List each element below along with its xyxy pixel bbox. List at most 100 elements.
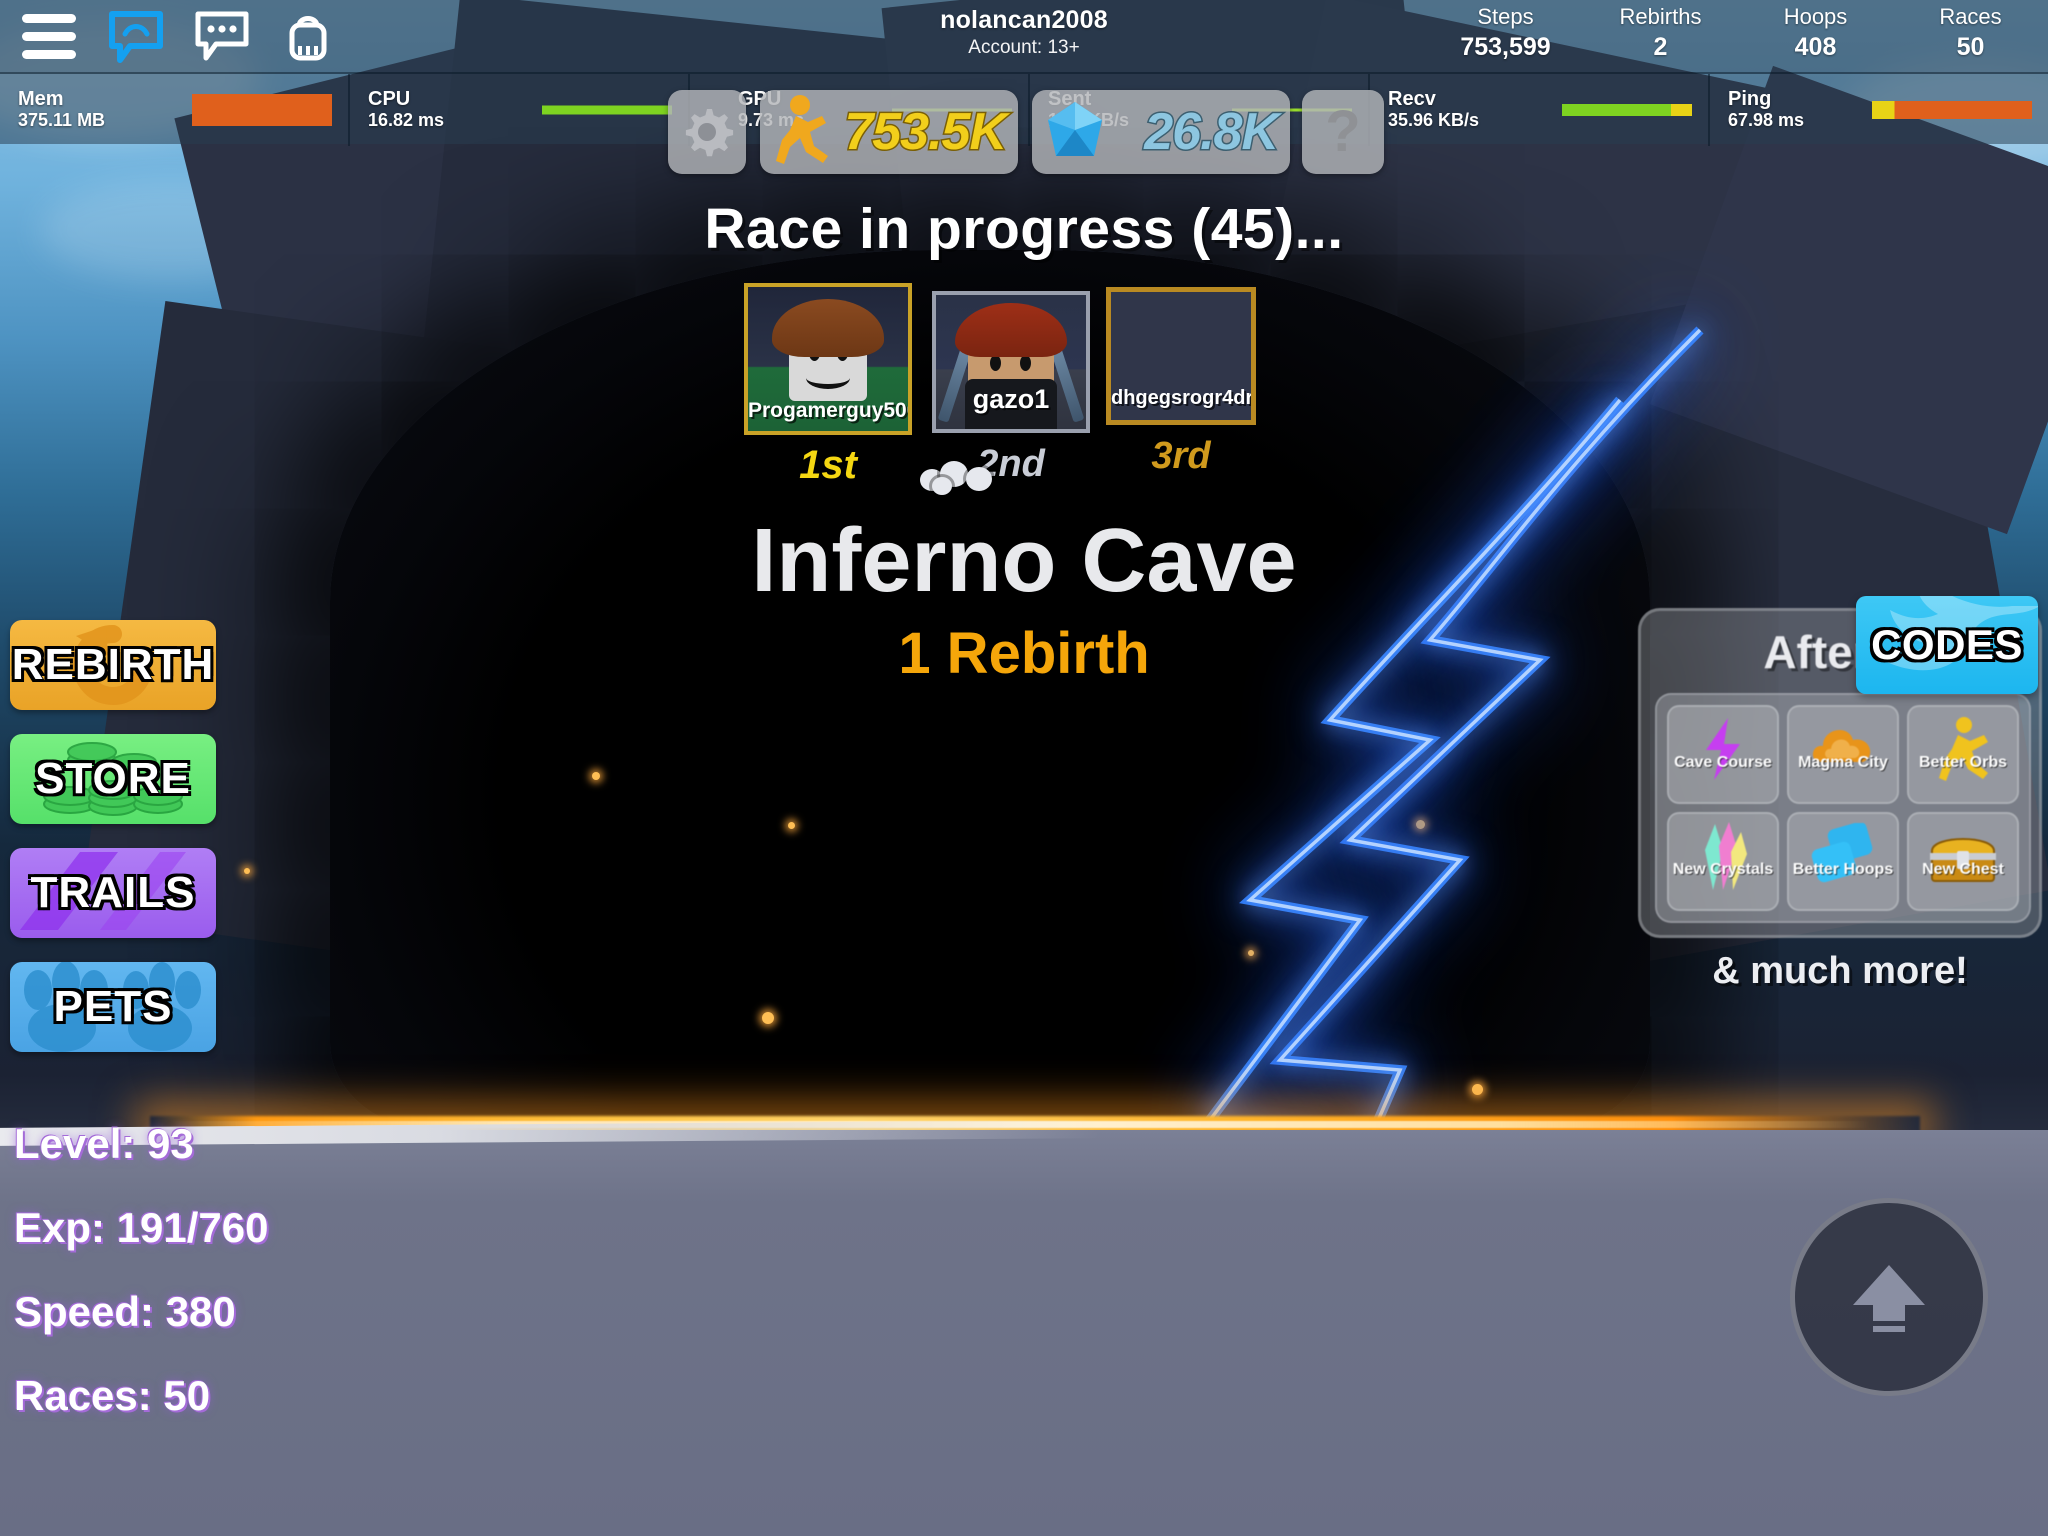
stat-value: 408 [1794, 33, 1837, 61]
pets-button[interactable]: PETS [10, 962, 216, 1052]
running-man-icon [1939, 716, 1988, 781]
menu-line [22, 13, 76, 23]
stat-value: 2 [1653, 33, 1668, 61]
promo-item-label: New Chest [1922, 860, 2004, 878]
stat-races: Races: 50 [14, 1372, 211, 1419]
chat-dots-icon[interactable] [194, 8, 250, 64]
promo-item-magma-city[interactable]: Magma City [1787, 705, 1899, 804]
stat-label: Hoops [1783, 4, 1848, 29]
menu-icon[interactable] [22, 8, 78, 64]
question-mark-icon: ? [1325, 99, 1361, 164]
trails-button-label: TRAILS [30, 868, 196, 917]
menu-line [22, 31, 76, 41]
dust-particle [932, 477, 952, 495]
promo-item-better-hoops[interactable]: Better Hoops [1787, 812, 1899, 911]
perf-label: Ping [1728, 88, 1772, 110]
stat-hoops: Hoops 408 [1738, 4, 1893, 62]
promo-item-better-orbs[interactable]: Better Orbs [1907, 705, 2019, 804]
steps-chip-value: 753.5K [843, 102, 1009, 163]
trails-button[interactable]: TRAILS [10, 848, 216, 938]
avatar-hair [772, 299, 884, 357]
crystal-icon [1705, 821, 1747, 890]
stat-rebirths: Rebirths 2 [1583, 4, 1738, 62]
podium-player-name: Progamerguy500 [748, 399, 912, 422]
gear-icon [685, 109, 734, 157]
stat-level: Level: 93 [14, 1120, 194, 1167]
codes-button[interactable]: CODES [1856, 596, 2038, 694]
podium-player-name: dhgegsrogr4dr [1111, 387, 1254, 409]
stat-speed: Speed: 380 [14, 1288, 236, 1335]
stat-value: 50 [1956, 33, 1985, 61]
topbar-stats: Steps 753,599 Rebirths 2 Hoops 408 Races… [1428, 4, 2048, 62]
account-age-label: Account: 13+ [968, 37, 1080, 58]
podium-slot-third: dhgegsrogr4dr 3rd [1106, 287, 1256, 477]
dust-particle [966, 467, 992, 491]
gems-chip-value: 26.8K [1143, 102, 1281, 163]
running-man-icon [776, 95, 828, 164]
jump-button[interactable] [1790, 1198, 1988, 1396]
up-arrow-icon [1853, 1265, 1925, 1332]
stat-value: 753,599 [1460, 33, 1551, 61]
podium-slot-first: Progamerguy500 1st [744, 283, 912, 487]
avatar-frame-first: Progamerguy500 [744, 283, 912, 435]
location-requirement: 1 Rebirth [898, 621, 1150, 686]
perf-label: Recv [1388, 88, 1436, 110]
perf-recv: Recv 35.96 KB/s [1370, 74, 1710, 146]
codes-button-label: CODES [1871, 621, 2023, 668]
ground-plane [0, 1130, 2048, 1536]
avatar-frame-third: dhgegsrogr4dr [1106, 287, 1256, 425]
promo-item-new-chest[interactable]: New Chest [1907, 812, 2019, 911]
performance-stats-bar: Mem 375.11 MB CPU 16.82 ms GPU 9.73 ms S… [0, 72, 2048, 146]
player-stats-panel: Level: 93 Exp: 191/760 Speed: 380 Races:… [14, 1120, 269, 1456]
store-button[interactable]: STORE [10, 734, 216, 824]
promo-footer-text: & much more! [1712, 950, 1968, 992]
menu-line [22, 49, 76, 59]
perf-graph-recv [1562, 104, 1692, 116]
perf-value: 35.96 KB/s [1388, 110, 1480, 130]
location-title: Inferno Cave [751, 511, 1297, 611]
perf-graph-mem [192, 94, 332, 126]
game-screen: nolancan2008 Account: 13+ Steps 753,599 … [0, 0, 2048, 1536]
stat-label: Steps [1477, 4, 1534, 29]
race-podium: Progamerguy500 1st gazo1 2nd dhgegsrogr4… [744, 283, 1304, 495]
rebirth-button[interactable]: REBIRTH [10, 620, 216, 710]
store-button-label: STORE [35, 754, 191, 803]
avatar-smile [806, 367, 850, 389]
promo-item-label: New Crystals [1672, 860, 1774, 878]
player-identity: nolancan2008 Account: 13+ [940, 6, 1108, 59]
promo-item-label: Cave Course [1674, 753, 1772, 771]
promo-item-grid: Cave Course Magma City Better Orbs New C… [1655, 693, 2031, 923]
topbar-icon-group [0, 8, 336, 64]
stat-label: Races [1939, 4, 2002, 29]
gems-counter-chip[interactable]: 26.8K [1032, 90, 1290, 174]
lightning-bolt-icon [1706, 717, 1740, 780]
promo-item-cave-course[interactable]: Cave Course [1667, 705, 1779, 804]
stat-races: Races 50 [1893, 4, 2048, 62]
chat-bubble-blue-icon[interactable] [108, 8, 164, 64]
stat-label: Rebirths [1619, 4, 1702, 29]
promo-item-label: Better Hoops [1792, 860, 1894, 878]
dust-puff-effect [920, 459, 1010, 495]
stat-exp: Exp: 191/760 [14, 1204, 269, 1251]
podium-player-name: gazo1 [972, 384, 1050, 414]
pets-button-label: PETS [53, 982, 173, 1031]
help-button[interactable]: ? [1302, 90, 1384, 174]
perf-cpu: CPU 16.82 ms [350, 74, 690, 146]
podium-place-first: 1st [799, 443, 857, 487]
backpack-icon[interactable] [280, 8, 336, 64]
perf-value: 16.82 ms [368, 110, 445, 130]
podium-place-third: 3rd [1151, 435, 1211, 477]
perf-ping: Ping 67.98 ms [1710, 74, 2048, 146]
race-status-title: Race in progress (45)... [704, 197, 1344, 261]
perf-label: Mem [18, 88, 64, 110]
settings-button[interactable] [668, 90, 746, 174]
promo-item-new-crystals[interactable]: New Crystals [1667, 812, 1779, 911]
avatar-hair [955, 303, 1067, 357]
gem-icon [1048, 102, 1102, 156]
avatar-eye [1020, 355, 1031, 371]
avatar-eye [990, 355, 1001, 371]
username-label: nolancan2008 [940, 6, 1108, 34]
left-menu: REBIRTH STORE TRAILS PETS [10, 620, 218, 1076]
steps-counter-chip[interactable]: 753.5K [760, 90, 1018, 174]
roblox-topbar: nolancan2008 Account: 13+ Steps 753,599 … [0, 0, 2048, 72]
